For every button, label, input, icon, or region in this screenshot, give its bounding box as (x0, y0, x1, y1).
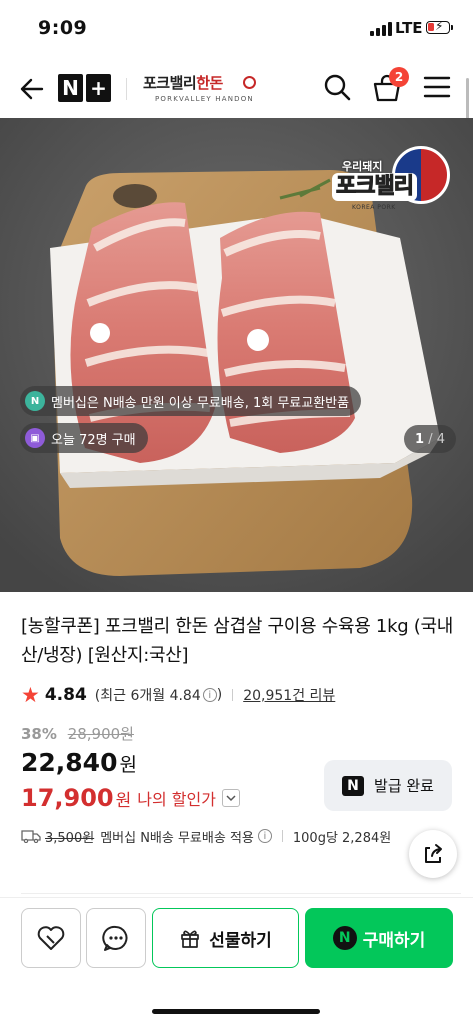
buy-label: 구매하기 (362, 930, 426, 951)
brand-seal-icon (243, 76, 256, 89)
gift-label: 선물하기 (209, 930, 272, 951)
product-image-carousel[interactable]: 우리돼지 포크밸리 KOREA PORK N 멤버십은 N배송 만원 이상 무료… (0, 118, 473, 592)
buyers-pill: ▣ 오늘 72명 구매 (20, 423, 148, 453)
discount-row: 38% 28,900원 (21, 723, 134, 744)
battery-tip (451, 25, 453, 30)
menu-icon[interactable] (423, 75, 451, 99)
shipping-row: 3,500원 멤버십 N배송 무료배송 적용 i 100g당 2,284원 (21, 826, 391, 846)
separator (232, 689, 234, 701)
divider (21, 893, 461, 894)
home-indicator (152, 1009, 320, 1014)
truck-icon (21, 830, 41, 843)
discount-rate: 38% (21, 725, 57, 743)
rating-detail-close: ) (216, 687, 223, 703)
naver-pay-icon: N (332, 926, 357, 950)
bag-icon: ▣ (25, 428, 45, 448)
badge-top-text: 우리돼지 (342, 160, 383, 173)
wishlist-button[interactable] (21, 908, 81, 968)
membership-pill: N 멤버십은 N배송 만원 이상 무료배송, 1회 무료교환반품 (20, 386, 362, 416)
sale-price: 22,840 (21, 748, 118, 777)
n-membership-icon: N (25, 391, 45, 411)
buyers-text: 오늘 72명 구매 (51, 432, 136, 448)
search-icon[interactable] (322, 72, 352, 102)
badge-main-text: 포크밸리 (332, 173, 417, 201)
chevron-down-icon[interactable] (221, 789, 240, 807)
my-price: 17,900 (21, 784, 114, 812)
battery-icon: ⚡ (426, 19, 450, 34)
cart-count-badge: 2 (389, 67, 409, 87)
nav-bar: N + 포크밸리한돈 PORKVALLEY HANDON 2 (0, 58, 473, 118)
heart-icon (37, 926, 65, 950)
plus-logo-icon: + (86, 74, 111, 102)
product-title: [농할쿠폰] 포크밸리 한돈 삼겹살 구이용 수육용 1kg (국내산/냉장) … (21, 616, 453, 666)
signal-icon (370, 22, 392, 36)
original-price: 28,900원 (67, 725, 134, 743)
chat-icon (102, 925, 128, 951)
shipping-text: 멤버십 N배송 무료배송 적용 (100, 830, 254, 846)
coupon-label: 발급 완료 (374, 777, 434, 795)
bottom-action-bar: 선물하기 N 구매하기 (0, 897, 473, 1024)
scroll-indicator (466, 78, 469, 122)
image-pager: 1 / 4 (404, 425, 456, 453)
n-logo-icon: N (58, 74, 83, 102)
inquiry-button[interactable] (86, 908, 146, 968)
status-time: 9:09 (38, 17, 88, 39)
back-arrow-icon[interactable] (17, 75, 45, 103)
shipping-fee: 3,500원 (45, 830, 95, 846)
review-count-link[interactable]: 20,951건 리뷰 (243, 685, 335, 705)
my-price-label: 나의 할인가 (137, 790, 216, 809)
rating-detail: (최근 6개월 4.84 (94, 688, 201, 704)
coupon-issued-button[interactable]: N 발급 완료 (324, 760, 452, 811)
price-unit: 원 (119, 754, 137, 776)
coupon-n-icon: N (342, 775, 365, 796)
brand-badge: 우리돼지 포크밸리 KOREA PORK (330, 146, 454, 218)
separator (281, 830, 283, 842)
nav-divider (126, 78, 127, 100)
badge-en-text: KOREA PORK (352, 204, 396, 211)
price-row: 22,840 원 (21, 748, 137, 777)
network-label: LTE (395, 19, 423, 37)
share-button[interactable] (409, 830, 457, 878)
status-bar: 9:09 LTE ⚡ (0, 0, 473, 58)
info-icon[interactable]: i (202, 688, 217, 702)
nplus-logo[interactable]: N + (58, 74, 112, 102)
share-icon (425, 844, 442, 863)
unit-price: 100g당 2,284원 (292, 830, 392, 846)
gift-button[interactable]: 선물하기 (152, 908, 299, 968)
shipping-info-icon[interactable]: i (257, 829, 272, 843)
gift-icon (181, 930, 200, 948)
buy-button[interactable]: N 구매하기 (305, 908, 453, 968)
brand-name: 포크밸리한돈 (143, 74, 223, 92)
brand-subtitle: PORKVALLEY HANDON (155, 95, 254, 103)
my-price-unit: 원 (115, 790, 132, 811)
membership-text: 멤버십은 N배송 만원 이상 무료배송, 1회 무료교환반품 (51, 395, 350, 411)
my-price-row[interactable]: 17,900 원 나의 할인가 (21, 784, 240, 812)
brand-logo[interactable]: 포크밸리한돈 PORKVALLEY HANDON (143, 72, 258, 106)
rating-value: 4.84 (44, 685, 87, 705)
rating-row: ★ 4.84 (최근 6개월 4.84 i ) 20,951건 리뷰 (21, 683, 335, 707)
star-icon: ★ (21, 682, 40, 707)
